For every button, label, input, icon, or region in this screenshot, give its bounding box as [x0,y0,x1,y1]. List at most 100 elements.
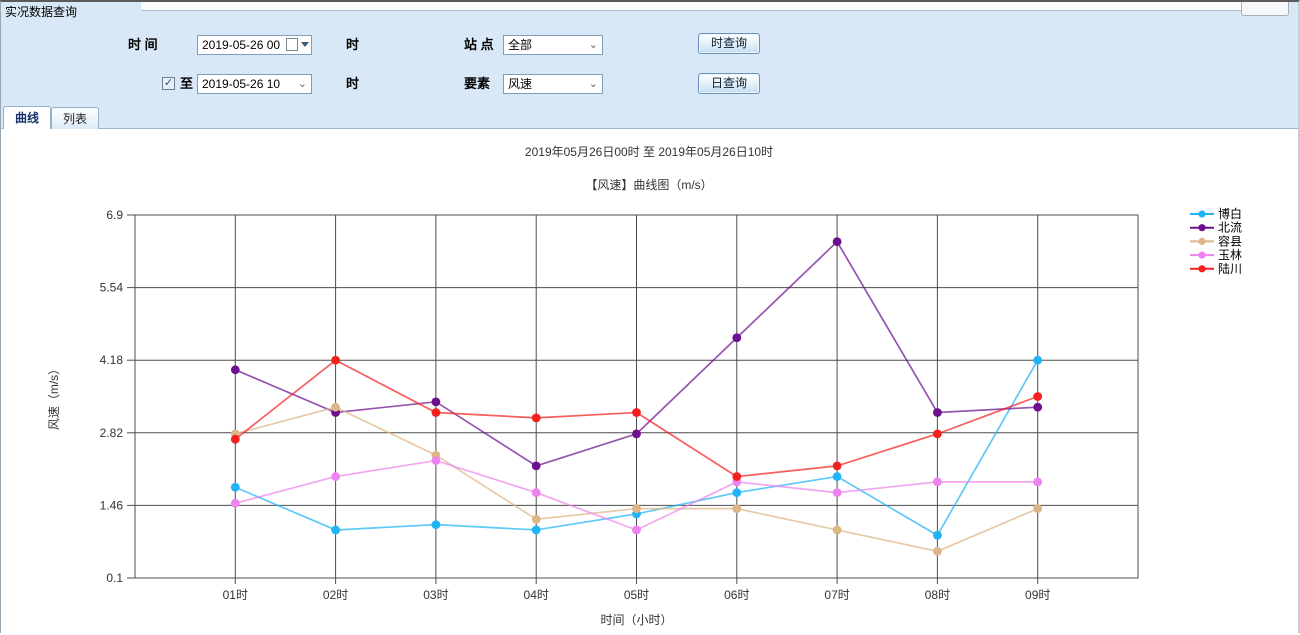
legend-marker [1198,265,1205,272]
start-datetime-picker[interactable]: 2019-05-26 00 [197,35,312,55]
data-point [833,526,842,535]
data-point [532,461,541,470]
chart-legend: 博白北流容县玉林陆川 [1190,206,1242,276]
data-point [231,499,240,508]
data-point [331,403,340,412]
data-point [432,397,441,406]
legend-label: 北流 [1218,221,1242,235]
data-point [231,483,240,492]
chevron-down-icon: ⌄ [298,75,307,94]
hour-suffix-1: 时 [346,35,359,55]
y-tick-label: 1.46 [100,498,124,512]
x-tick-label: 07时 [824,588,849,602]
chart-panel: 2019年05月26日00时 至 2019年05月26日10时 【风速】曲线图（… [1,129,1298,633]
data-point [632,504,641,513]
legend-item[interactable]: 陆川 [1190,261,1242,276]
data-point [833,472,842,481]
x-tick-label: 06时 [724,588,749,602]
top-strip [141,2,1284,11]
data-point [632,526,641,535]
data-point [1033,403,1042,412]
x-tick-label: 01时 [223,588,248,602]
end-datetime-select[interactable]: 2019-05-26 10 ⌄ [197,74,312,94]
view-tabbar: 曲线 列表 [1,104,1298,129]
legend-marker [1198,252,1205,259]
chart-subtitle: 【风速】曲线图（m/s） [1,176,1297,193]
x-tick-label: 04时 [524,588,549,602]
y-tick-label: 5.54 [100,281,124,295]
tab-list[interactable]: 列表 [51,107,99,129]
station-label: 站 点 [464,35,494,55]
start-datetime-value: 2019-05-26 00 [202,38,280,52]
x-tick-label: 03时 [423,588,448,602]
realtime-data-query-window: 实况数据查询 时 间 2019-05-26 00 时 站 点 全部 ⌄ 时查询 … [0,0,1300,633]
data-point [632,408,641,417]
x-tick-label: 02时 [323,588,348,602]
y-tick-label: 2.82 [100,426,124,440]
data-point [231,435,240,444]
y-tick-label: 0.1 [106,571,123,585]
y-axis-title: 风速（m/s） [47,363,61,430]
legend-item[interactable]: 北流 [1190,221,1242,235]
data-point [532,413,541,422]
calendar-icon [286,38,298,51]
data-point [833,237,842,246]
data-point [933,408,942,417]
data-point [1033,478,1042,487]
tab-curve[interactable]: 曲线 [3,106,51,129]
data-point [632,429,641,438]
data-point [732,333,741,342]
chart-title: 2019年05月26日00时 至 2019年05月26日10时 [1,143,1297,160]
data-point [1033,356,1042,365]
data-point [732,488,741,497]
data-point [432,456,441,465]
to-label: 至 [180,74,193,94]
data-point [432,408,441,417]
y-tick-label: 6.9 [106,208,123,222]
station-select[interactable]: 全部 ⌄ [503,35,603,55]
time-label: 时 间 [128,35,158,55]
data-point [532,515,541,524]
corner-tab [1241,2,1289,16]
legend-item[interactable]: 容县 [1190,233,1242,248]
y-tick-label: 4.18 [100,353,124,367]
legend-item[interactable]: 博白 [1190,206,1242,221]
legend-label: 陆川 [1218,261,1242,276]
day-query-button[interactable]: 日查询 [698,73,760,94]
data-point [532,526,541,535]
hour-query-button[interactable]: 时查询 [698,33,760,54]
x-axis-title: 时间（小时） [600,613,672,627]
data-point [331,472,340,481]
x-tick-label: 05时 [624,588,649,602]
data-point [1033,504,1042,513]
data-point [933,478,942,487]
data-point [732,504,741,513]
chevron-down-icon: ⌄ [589,36,598,55]
x-tick-label: 08时 [925,588,950,602]
window-titlebar: 实况数据查询 [1,2,1298,18]
data-point [933,429,942,438]
data-point [331,526,340,535]
legend-label: 玉林 [1218,248,1242,262]
wind-speed-line-chart: 0.1 1.46 2.82 4.18 5.54 6.9 01时 02时 03时 04时 05时 06时… [1,197,1299,635]
data-point [833,461,842,470]
legend-item[interactable]: 玉林 [1190,248,1242,262]
data-point [933,531,942,540]
data-point [732,472,741,481]
to-checkbox[interactable]: ✓ [162,77,175,90]
data-point [532,488,541,497]
legend-marker [1198,238,1205,245]
element-select[interactable]: 风速 ⌄ [503,74,603,94]
legend-label: 博白 [1218,206,1242,221]
legend-label: 容县 [1218,233,1242,248]
data-point [331,356,340,365]
calendar-dropdown[interactable] [286,38,309,51]
gridlines [135,215,1138,578]
element-value: 风速 [508,77,532,91]
dropdown-arrow-icon [301,42,309,47]
data-point [1033,392,1042,401]
legend-marker [1198,224,1205,231]
end-datetime-value: 2019-05-26 10 [202,77,280,91]
data-point [833,488,842,497]
data-point [432,520,441,529]
